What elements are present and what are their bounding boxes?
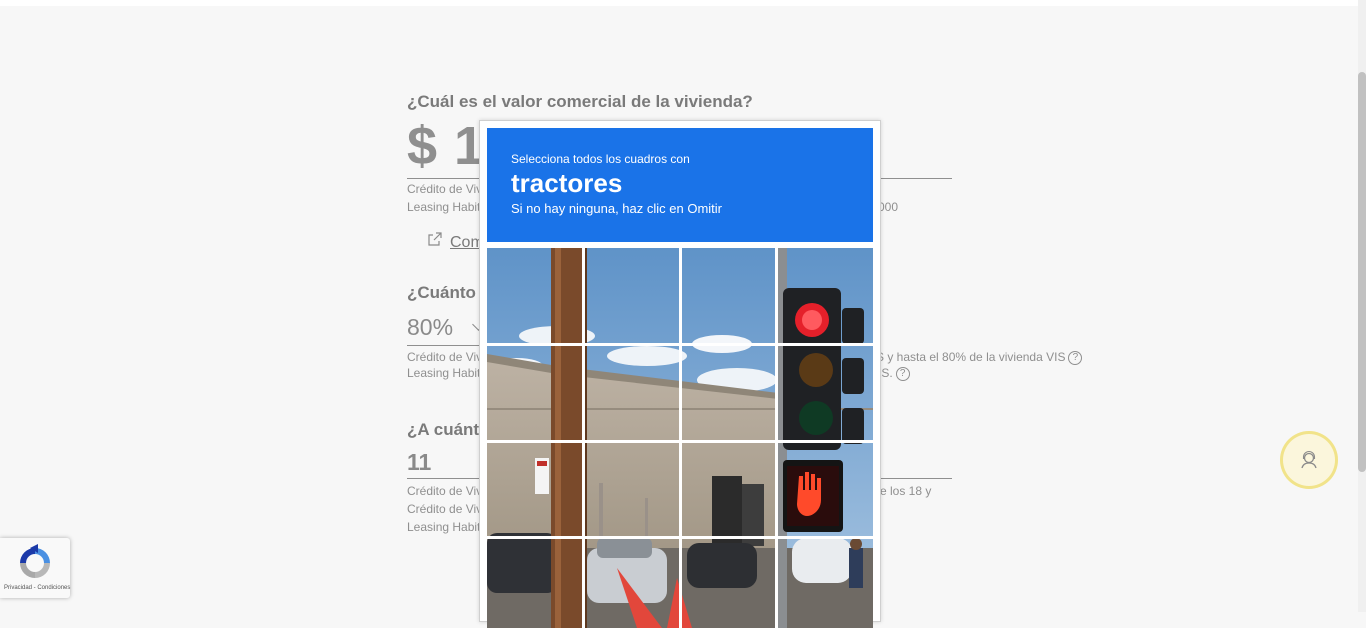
external-link-icon [428, 232, 442, 246]
financing-note-credit: Crédito de Viv [407, 350, 483, 364]
captcha-tile[interactable] [584, 442, 681, 539]
captcha-tile[interactable] [681, 248, 778, 345]
financing-note-leasing-tail: IS.? [878, 366, 910, 381]
captcha-tile[interactable] [681, 538, 778, 628]
term-note-credit-1: Crédito de Viv [407, 484, 483, 498]
captcha-tile[interactable] [681, 345, 778, 442]
assistant-button[interactable] [1280, 431, 1338, 489]
captcha-header: Selecciona todos los cuadros con tractor… [487, 128, 873, 242]
captcha-tile[interactable] [777, 442, 873, 539]
financing-note-leasing: Leasing Habit [407, 366, 481, 380]
question-home-value: ¿Cuál es el valor comercial de la vivien… [407, 92, 753, 111]
captcha-tile[interactable] [487, 442, 584, 539]
help-icon[interactable]: ? [895, 366, 910, 381]
support-agent-icon [1301, 451, 1317, 469]
recaptcha-terms[interactable]: Privacidad - Condiciones [4, 585, 70, 591]
financing-percent-select[interactable]: 80% [407, 314, 453, 341]
captcha-target-object: tractores [511, 168, 623, 198]
financing-note-credit-tail: S y hasta el 80% de la vivienda VIS? [876, 350, 1083, 365]
term-note-credit-2: Crédito de Viv [407, 502, 483, 516]
captcha-instruction: Selecciona todos los cuadros con [511, 152, 690, 166]
financing-note-credit-tail-text: S y hasta el 80% de la vivienda VIS [876, 350, 1066, 364]
financing-percent-underline [407, 345, 480, 346]
home-value-note-leasing-tail: 000 [878, 200, 899, 214]
captcha-tile[interactable] [487, 248, 584, 345]
scroll-thumb[interactable] [1358, 72, 1366, 472]
captcha-tile[interactable] [584, 538, 681, 628]
recaptcha-logo-icon [20, 544, 50, 578]
captcha-tile[interactable] [681, 442, 778, 539]
captcha-tile[interactable] [584, 345, 681, 442]
term-input[interactable]: 11 [407, 449, 431, 476]
captcha-tile[interactable] [777, 248, 873, 345]
captcha-tile[interactable] [584, 248, 681, 345]
help-icon[interactable]: ? [1068, 350, 1083, 365]
recaptcha-badge[interactable]: Privacidad - Condiciones [0, 538, 70, 598]
captcha-tile[interactable] [777, 345, 873, 442]
top-strip [0, 0, 1358, 6]
question-term: ¿A cuánto [407, 420, 490, 439]
home-value-note-credit: Crédito de Viv [407, 182, 483, 196]
captcha-tile[interactable] [487, 538, 584, 628]
captcha-challenge: Selecciona todos los cuadros con tractor… [479, 120, 881, 628]
home-value-input[interactable]: $ 1 [407, 115, 485, 177]
captcha-tile[interactable] [487, 345, 584, 442]
term-note-leasing: Leasing Habit [407, 520, 481, 534]
home-value-note-leasing: Leasing Habit [407, 200, 481, 214]
captcha-tile[interactable] [777, 538, 873, 628]
captcha-hint: Si no hay ninguna, haz clic en Omitir [511, 201, 722, 216]
captcha-image-grid [487, 248, 873, 628]
page-scrollbar[interactable] [1358, 0, 1366, 612]
term-note-credit-1-tail: re los 18 y [876, 484, 932, 498]
